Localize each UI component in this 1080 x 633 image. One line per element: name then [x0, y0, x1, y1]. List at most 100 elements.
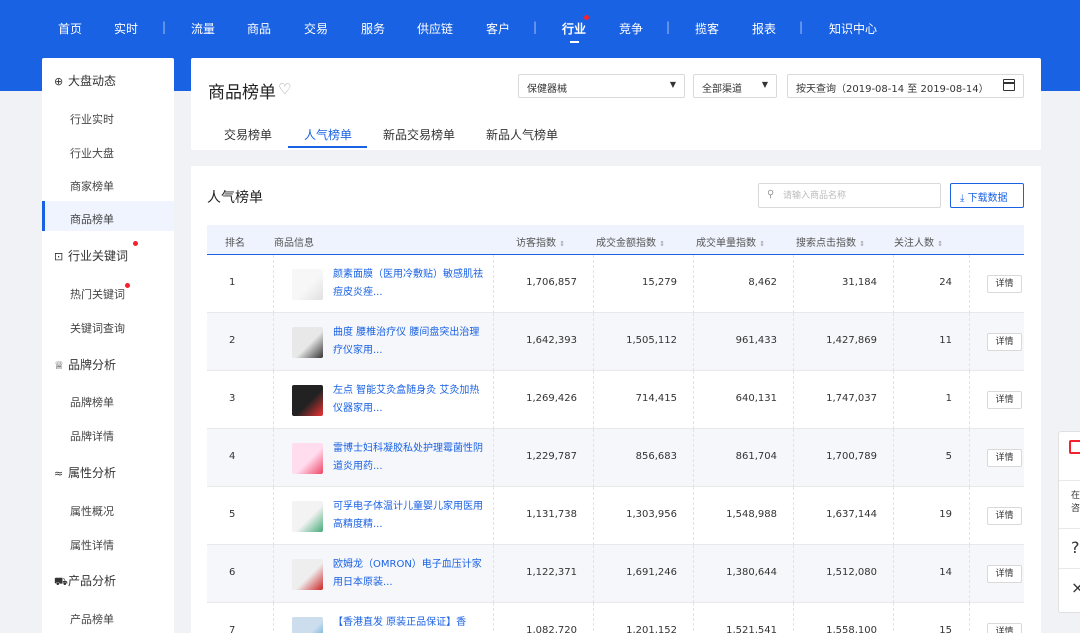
tag-icon: ⊡: [54, 250, 64, 263]
cell-followers: 11: [939, 335, 952, 346]
question-icon[interactable]: ?: [1071, 538, 1080, 557]
heart-icon[interactable]: ♡: [278, 80, 291, 98]
column-divider: [793, 603, 794, 633]
detail-button[interactable]: 详情: [987, 507, 1022, 525]
column-divider: [793, 371, 794, 429]
product-thumbnail[interactable]: [292, 385, 323, 416]
sidebar-item-brand-ranking[interactable]: 品牌榜单: [70, 394, 114, 410]
col-visitor-index[interactable]: 访客指数 ⇕: [516, 234, 565, 249]
product-name-link[interactable]: 颜素面膜（医用冷敷贴）敏感肌祛痘皮炎痤...: [333, 266, 483, 302]
column-divider: [273, 313, 274, 371]
product-name-link[interactable]: 【香港直发 原装正品保证】香: [333, 614, 483, 632]
col-search-index[interactable]: 搜索点击指数 ⇕: [796, 234, 865, 249]
product-thumbnail[interactable]: [292, 501, 323, 532]
caret-down-icon: ▼: [761, 80, 768, 89]
channel-select[interactable]: 全部渠道 ▼: [693, 74, 777, 98]
col-followers[interactable]: 关注人数 ⇕: [894, 234, 943, 249]
column-divider: [493, 255, 494, 313]
nav-item-product[interactable]: 商品: [247, 20, 271, 37]
table-row: 7 【香港直发 原装正品保证】香 1,082,720 1,201,152 1,521,5…: [207, 603, 1024, 633]
tab-new-popularity-ranking[interactable]: 新品人气榜单: [486, 126, 558, 143]
tab-trade-ranking[interactable]: 交易榜单: [224, 126, 272, 143]
close-icon[interactable]: ×: [1071, 578, 1080, 597]
notification-dot: [584, 15, 589, 20]
column-divider: [693, 255, 694, 313]
column-divider: [593, 545, 594, 603]
cell-amount-index: 856,683: [635, 451, 677, 462]
nav-item-supply-chain[interactable]: 供应链: [417, 20, 453, 37]
product-name-link[interactable]: 雷博士妇科凝胶私处护理霉菌性阴道炎用药...: [333, 440, 483, 476]
nav-item-customer[interactable]: 客户: [486, 20, 510, 37]
column-divider: [593, 429, 594, 487]
col-amount-index[interactable]: 成交金额指数 ⇕: [596, 234, 665, 249]
product-name-link[interactable]: 欧姆龙（OMRON）电子血压计家用日本原装...: [333, 556, 483, 592]
product-thumbnail[interactable]: [292, 327, 323, 358]
attribute-icon: ≈: [54, 467, 64, 480]
product-thumbnail[interactable]: [292, 559, 323, 590]
nav-active-indicator: [570, 41, 579, 43]
detail-button[interactable]: 详情: [987, 449, 1022, 467]
detail-button[interactable]: 详情: [987, 623, 1022, 633]
product-name-link[interactable]: 可孚电子体温计儿童婴儿家用医用高精度精...: [333, 498, 483, 534]
nav-item-knowledge-center[interactable]: 知识中心: [829, 20, 877, 37]
cell-visitor-index: 1,269,426: [526, 393, 577, 404]
nav-item-service[interactable]: 服务: [361, 20, 385, 37]
nav-item-trade[interactable]: 交易: [304, 20, 328, 37]
sidebar-item-industry-overview[interactable]: 行业大盘: [70, 145, 114, 161]
cell-rank: 6: [229, 567, 236, 578]
detail-button[interactable]: 详情: [987, 275, 1022, 293]
sidebar-group-brand[interactable]: ♕ 品牌分析: [54, 356, 116, 373]
gift-icon[interactable]: [1069, 440, 1080, 454]
cell-visitor-index: 1,131,738: [526, 509, 577, 520]
nav-item-competition[interactable]: 竞争: [619, 20, 643, 37]
product-name-link[interactable]: 左点 智能艾灸盒随身灸 艾灸加热仪器家用...: [333, 382, 483, 418]
cell-order-index: 1,548,988: [726, 509, 777, 520]
sidebar-item-industry-realtime[interactable]: 行业实时: [70, 111, 114, 127]
product-name-link[interactable]: 曲度 腰椎治疗仪 腰间盘突出治理疗仪家用...: [333, 324, 483, 360]
calendar-icon: [1003, 79, 1015, 91]
sidebar-item-product-list[interactable]: 产品榜单: [70, 611, 114, 627]
header-card: 商品榜单 ♡ 保健器械 ▼ 全部渠道 ▼ 按天查询（2019-08-14 至 2…: [191, 58, 1041, 150]
nav-item-traffic[interactable]: 流量: [191, 20, 215, 37]
detail-button[interactable]: 详情: [987, 565, 1022, 583]
cell-order-index: 861,704: [735, 451, 777, 462]
column-divider: [969, 603, 970, 633]
sidebar-item-brand-detail[interactable]: 品牌详情: [70, 428, 114, 444]
nav-item-realtime[interactable]: 实时: [114, 20, 138, 37]
sidebar-item-merchant-ranking[interactable]: 商家榜单: [70, 178, 114, 194]
column-divider: [593, 313, 594, 371]
sidebar-group-products[interactable]: ⛟产品分析: [54, 572, 116, 590]
category-select[interactable]: 保健器械 ▼: [518, 74, 685, 98]
cell-rank: 2: [229, 335, 236, 346]
cell-amount-index: 1,691,246: [626, 567, 677, 578]
column-divider: [593, 255, 594, 313]
search-box[interactable]: ⚲: [758, 183, 941, 208]
sidebar-item-attribute-overview[interactable]: 属性概况: [70, 503, 114, 519]
sidebar-item-hot-keywords[interactable]: 热门关键词: [70, 286, 125, 302]
product-thumbnail[interactable]: [292, 269, 323, 300]
sidebar-item-product-ranking[interactable]: 商品榜单: [70, 211, 114, 227]
date-range-picker[interactable]: 按天查询（2019-08-14 至 2019-08-14）: [787, 74, 1024, 98]
search-input[interactable]: [783, 187, 933, 204]
nav-item-home[interactable]: 首页: [58, 20, 82, 37]
product-thumbnail[interactable]: [292, 443, 323, 474]
sidebar-group-market[interactable]: ⊕ 大盘动态: [54, 72, 116, 89]
column-divider: [273, 603, 274, 633]
column-divider: [593, 371, 594, 429]
detail-button[interactable]: 详情: [987, 391, 1022, 409]
nav-item-reports[interactable]: 报表: [752, 20, 776, 37]
column-divider: [969, 371, 970, 429]
consult-text[interactable]: 在 咨: [1071, 490, 1080, 516]
sidebar-item-attribute-detail[interactable]: 属性详情: [70, 537, 114, 553]
col-order-index[interactable]: 成交单量指数 ⇕: [696, 234, 765, 249]
detail-button[interactable]: 详情: [987, 333, 1022, 351]
sidebar-item-keyword-query[interactable]: 关键词查询: [70, 320, 125, 336]
sidebar-group-attributes[interactable]: ≈ 属性分析: [54, 464, 116, 481]
tab-popularity-ranking[interactable]: 人气榜单: [304, 126, 352, 143]
tab-new-trade-ranking[interactable]: 新品交易榜单: [383, 126, 455, 143]
nav-item-leads[interactable]: 揽客: [695, 20, 719, 37]
nav-item-industry[interactable]: 行业: [562, 20, 586, 37]
sidebar-group-keywords[interactable]: ⊡ 行业关键词: [54, 247, 128, 264]
product-thumbnail[interactable]: [292, 617, 323, 633]
download-button[interactable]: ⤓ 下载数据: [950, 183, 1024, 208]
